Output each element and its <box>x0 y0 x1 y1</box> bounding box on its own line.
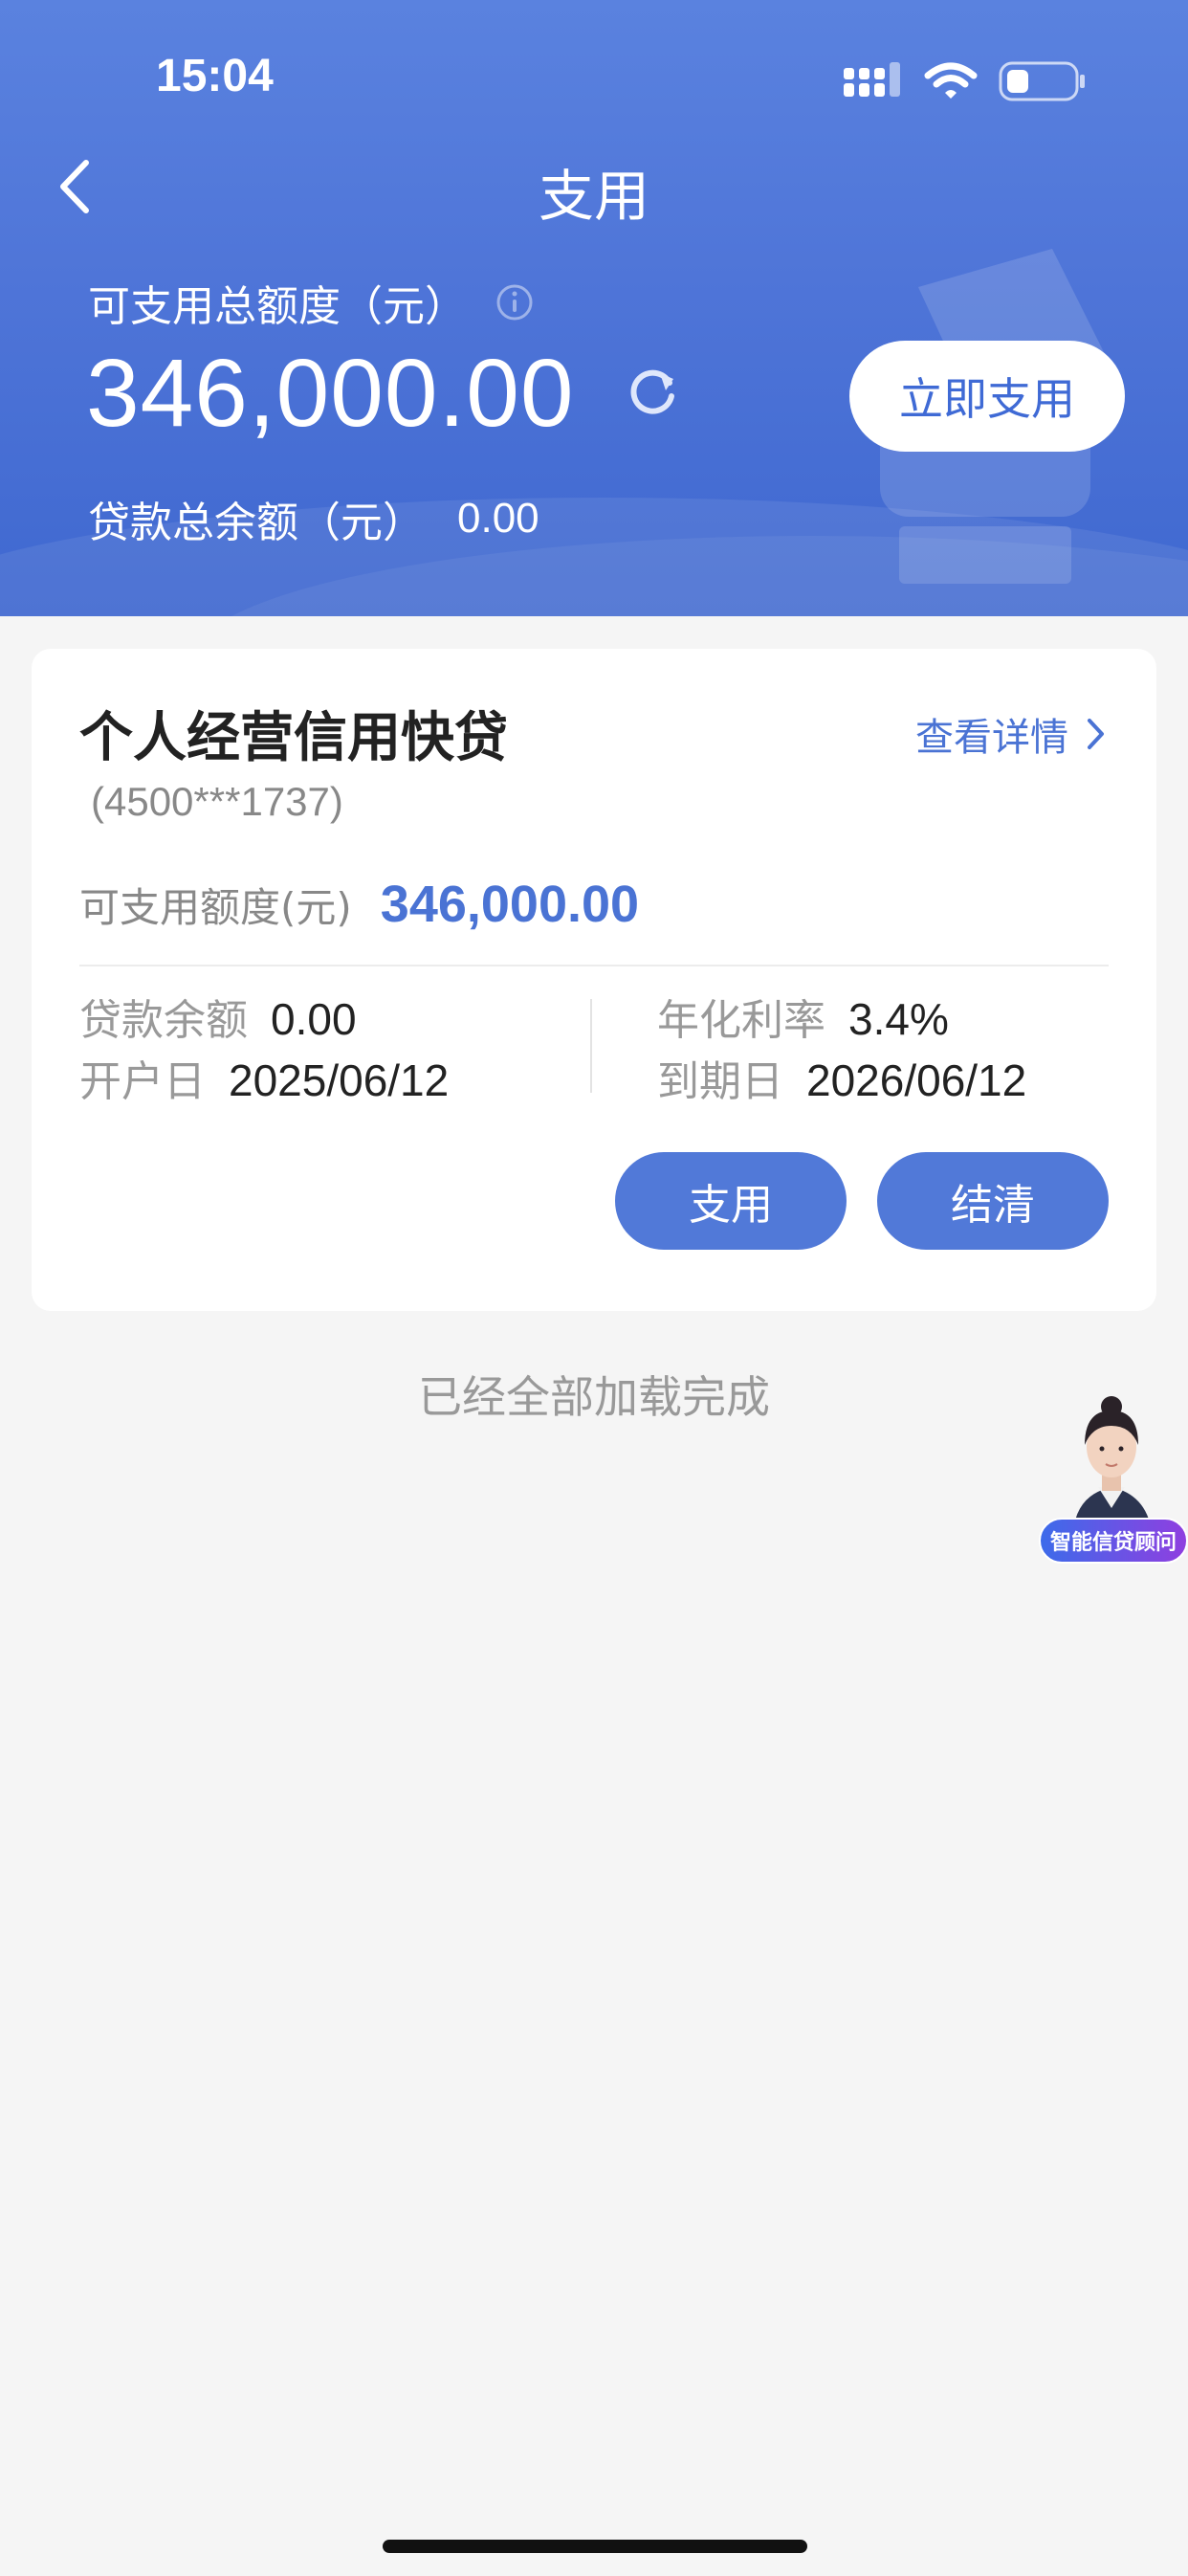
product-name: 个人经营信用快贷 <box>79 707 508 769</box>
signal-icon <box>844 62 900 97</box>
advisor-badge: 智能信贷顾问 <box>1039 1518 1188 1564</box>
open-date-row: 开户日 2025/06/12 <box>79 1047 449 1108</box>
total-limit-label: 可支用总额度（元） <box>88 272 534 333</box>
wifi-icon <box>924 62 978 99</box>
due-date-label: 到期日 <box>657 1057 783 1106</box>
open-date-value: 2025/06/12 <box>229 1055 450 1105</box>
battery-icon <box>999 61 1085 101</box>
due-date-value: 2026/06/12 <box>806 1055 1027 1105</box>
advisor-avatar-icon <box>1073 1396 1152 1531</box>
divider <box>79 965 1109 966</box>
status-icons <box>844 61 1087 101</box>
loan-balance-row: 贷款余额 0.00 <box>79 986 357 1047</box>
interest-rate-value: 3.4% <box>848 994 949 1044</box>
available-limit-row: 可支用额度(元) 346,000.00 <box>79 875 639 934</box>
loan-balance-label: 贷款余额 <box>79 996 248 1045</box>
use-now-button[interactable]: 立即支用 <box>849 341 1125 452</box>
total-limit-label-text: 可支用总额度（元） <box>88 282 467 331</box>
page-title: 支用 <box>538 164 649 229</box>
interest-rate-label: 年化利率 <box>657 996 825 1045</box>
settle-button[interactable]: 结清 <box>877 1152 1109 1250</box>
open-date-label: 开户日 <box>79 1057 206 1106</box>
loan-balance-value: 0.00 <box>271 994 357 1044</box>
info-icon[interactable] <box>495 283 534 322</box>
chevron-right-icon <box>1088 719 1104 749</box>
due-date-row: 到期日 2026/06/12 <box>657 1047 1026 1108</box>
smart-credit-advisor[interactable]: 智能信贷顾问 <box>1035 1388 1188 1569</box>
available-limit-value: 346,000.00 <box>380 876 640 933</box>
home-indicator[interactable] <box>383 2540 807 2553</box>
account-number: (4500***1737) <box>91 779 343 824</box>
view-details-label: 查看详情 <box>915 716 1068 760</box>
total-balance-value: 0.00 <box>457 495 539 542</box>
screen: 15:04 支用 可支用总额度（元） 346,000.00 立即支用 贷款总余额… <box>0 0 1188 2576</box>
all-loaded-text: 已经全部加载完成 <box>418 1371 770 1423</box>
total-limit-amount: 346,000.00 <box>86 340 575 447</box>
loan-card: 个人经营信用快贷 (4500***1737) 查看详情 可支用额度(元) 346… <box>32 649 1156 1311</box>
header-banner: 15:04 支用 可支用总额度（元） 346,000.00 立即支用 贷款总余额… <box>0 0 1188 616</box>
available-limit-label: 可支用额度(元) <box>79 883 352 931</box>
vertical-divider <box>590 999 592 1093</box>
refresh-icon[interactable] <box>627 366 681 419</box>
view-details-link[interactable]: 查看详情 <box>915 706 1107 762</box>
total-balance-row: 贷款总余额（元） 0.00 <box>88 488 539 549</box>
status-time: 15:04 <box>156 51 274 101</box>
withdraw-button[interactable]: 支用 <box>615 1152 847 1250</box>
total-balance-label: 贷款总余额（元） <box>88 499 425 547</box>
interest-rate-row: 年化利率 3.4% <box>657 986 949 1047</box>
